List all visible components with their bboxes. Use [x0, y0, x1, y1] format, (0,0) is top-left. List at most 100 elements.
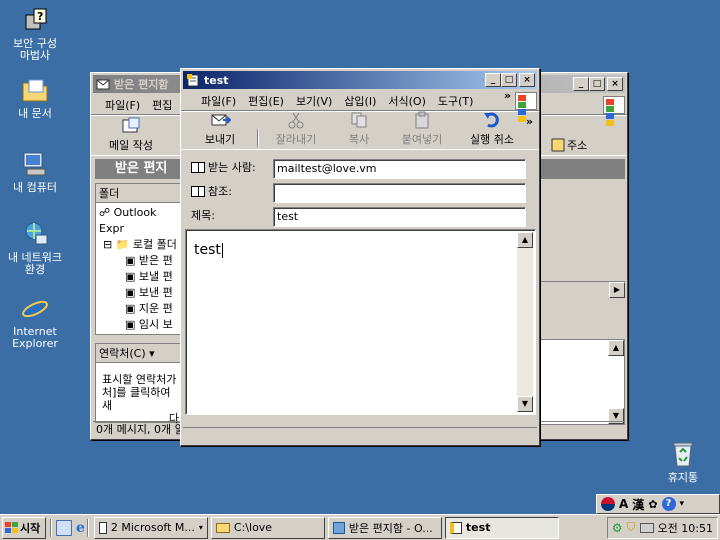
maximize-button[interactable]: □	[501, 73, 517, 87]
close-button[interactable]: ×	[519, 73, 535, 87]
menu-view[interactable]: 보기(V)	[290, 93, 338, 109]
tree-item-sent[interactable]: ▣ 보낸 편	[99, 285, 179, 301]
paste-icon	[411, 110, 433, 130]
menu-tools[interactable]: 도구(T)	[432, 93, 480, 109]
tree-item-deleted[interactable]: ▣ 지운 편	[99, 301, 179, 317]
message-body[interactable]: test ▲ ▼	[185, 229, 536, 415]
chevron-down-icon: ▾	[198, 523, 203, 532]
menu-edit[interactable]: 편집(E)	[242, 93, 290, 109]
system-tray: ⚙ ⛉ 오전 10:51	[606, 516, 718, 539]
menu-format[interactable]: 서식(O)	[382, 93, 431, 109]
tree-item-outlook-express[interactable]: ☍ Outlook Expr	[99, 205, 179, 237]
shield-icon[interactable]: ⛉	[627, 520, 636, 535]
desktop-icon-internet-explorer[interactable]: e Internet Explorer	[0, 292, 70, 350]
compose-titlebar[interactable]: test _ □ ×	[183, 71, 537, 89]
network-tray-icon[interactable]: ⚙	[612, 521, 623, 535]
inbox-icon: ▣	[125, 254, 136, 267]
send-button[interactable]: 보내기	[185, 110, 255, 147]
tree-item-inbox[interactable]: ▣ 받은 편	[99, 253, 179, 269]
cc-row: 참조:	[191, 183, 271, 199]
scroll-up-button[interactable]: ▲	[608, 340, 624, 356]
ime-pad-icon[interactable]: ✿	[648, 498, 657, 511]
task-microsoft-group[interactable]: 2 Microsoft M... ▾	[93, 516, 208, 539]
cc-field[interactable]	[273, 183, 526, 203]
to-label: 받는 사람:	[208, 161, 256, 174]
desktop-icon-label: 보안 구성 마법사	[13, 37, 57, 62]
quicklaunch-ie-icon[interactable]: e	[76, 520, 85, 536]
address-button[interactable]: 주소	[551, 137, 587, 153]
taskbar-separator	[86, 518, 89, 537]
close-button[interactable]: ×	[607, 77, 623, 91]
desktop-icon-network[interactable]: 내 네트워크 환경	[0, 218, 70, 276]
desktop-icon-my-computer[interactable]: 내 컴퓨터	[0, 148, 70, 194]
maximize-button[interactable]: □	[589, 77, 605, 91]
undo-icon	[481, 110, 503, 130]
tree-item-local-folders[interactable]: ⊟ 📁 로컬 폴더	[99, 237, 179, 253]
desktop-icon-security-wizard[interactable]: ? 보안 구성 마법사	[0, 4, 70, 62]
paste-button[interactable]: 붙여넣기	[387, 110, 457, 147]
recycle-bin-icon	[667, 438, 699, 470]
minimize-button[interactable]: _	[573, 77, 589, 91]
task-explorer-love[interactable]: C:\love	[210, 516, 325, 539]
menu-more-chevron[interactable]: »	[504, 89, 511, 102]
toolbar-separator	[257, 129, 259, 147]
message-list-scrollbar[interactable]: ▶	[535, 281, 625, 299]
scroll-down-button[interactable]: ▼	[517, 396, 533, 412]
help-icon[interactable]: ?	[661, 497, 676, 511]
compose-toolbar: 보내기 잘라내기 복사 붙여넣기 실행 취소 »	[181, 110, 539, 150]
tree-item-outbox[interactable]: ▣ 보낼 편	[99, 269, 179, 285]
cc-label: 참조:	[208, 185, 232, 198]
keyboard-tray-icon[interactable]	[639, 522, 654, 533]
korea-flag-icon[interactable]	[601, 497, 615, 511]
address-book-icon[interactable]	[191, 161, 205, 173]
folders-label: 폴더	[96, 184, 182, 203]
compose-window[interactable]: test _ □ × 파일(F) 편집(E) 보기(V) 삽입(I) 서식(O)…	[180, 68, 540, 446]
contacts-label[interactable]: 연락처(C) ▾	[96, 344, 182, 363]
body-scrollbar[interactable]: ▲ ▼	[517, 232, 533, 412]
folder-icon	[215, 522, 230, 533]
menu-file[interactable]: 파일(F)	[195, 93, 242, 109]
compose-note-icon	[449, 521, 462, 534]
subject-field[interactable]: test	[273, 207, 526, 227]
ime-hanja[interactable]: 漢	[632, 496, 644, 513]
compose-menubar: 파일(F) 편집(E) 보기(V) 삽입(I) 서식(O) 도구(T) »	[181, 89, 539, 122]
preview-pane: ▲ ▼	[535, 339, 625, 425]
task-inbox[interactable]: 받은 편지함 - O...	[327, 516, 442, 539]
desktop-icon-recycle-bin[interactable]: 휴지통	[648, 438, 718, 484]
compose-title: test	[204, 73, 229, 87]
ime-mode-a[interactable]: A	[619, 497, 628, 511]
computer-icon	[19, 148, 51, 180]
menu-insert[interactable]: 삽입(I)	[338, 93, 382, 109]
menu-file[interactable]: 파일(F)	[99, 97, 146, 113]
svg-text:?: ?	[37, 10, 43, 23]
scroll-up-button[interactable]: ▲	[517, 232, 533, 248]
scroll-right-button[interactable]: ▶	[609, 282, 625, 298]
copy-button[interactable]: 복사	[331, 110, 387, 147]
new-mail-icon	[120, 116, 142, 136]
to-row: 받는 사람:	[191, 159, 271, 175]
to-field[interactable]: mailtest@love.vm	[273, 159, 526, 179]
desktop-icon-label: 내 문서	[18, 107, 52, 120]
undo-button[interactable]: 실행 취소	[457, 110, 527, 147]
clock[interactable]: 오전 10:51	[658, 520, 713, 536]
outlook-title: 받은 편지함	[114, 78, 169, 91]
message-body-text: test	[194, 242, 223, 258]
menu-edit[interactable]: 편집	[146, 97, 178, 113]
start-button[interactable]: 시작	[2, 516, 46, 539]
quicklaunch-show-desktop-icon[interactable]	[56, 519, 72, 536]
new-mail-button[interactable]: 메일 작성	[99, 116, 163, 153]
collapse-icon: ⊟	[103, 238, 113, 251]
address-book-icon[interactable]	[191, 185, 205, 197]
task-compose-test[interactable]: test	[444, 516, 559, 539]
minimize-button[interactable]: _	[485, 73, 501, 87]
outlook-icon: ☍	[99, 206, 111, 219]
cut-button[interactable]: 잘라내기	[261, 110, 331, 147]
ime-toolbar: A 漢 ✿ ? ▾	[596, 494, 720, 514]
desktop-icon-my-documents[interactable]: 내 문서	[0, 74, 70, 120]
tree-item-drafts[interactable]: ▣ 임시 보	[99, 317, 179, 333]
ime-menu-icon[interactable]: ▾	[680, 499, 685, 509]
contacts-pane: 연락처(C) ▾ 표시할 연락처가 처]를 클릭하여 새 다	[95, 343, 183, 425]
toolbar-more-chevron[interactable]: »	[526, 115, 533, 128]
desktop-icon-label: 내 컴퓨터	[13, 181, 57, 194]
windows-flag-icon	[5, 522, 18, 533]
